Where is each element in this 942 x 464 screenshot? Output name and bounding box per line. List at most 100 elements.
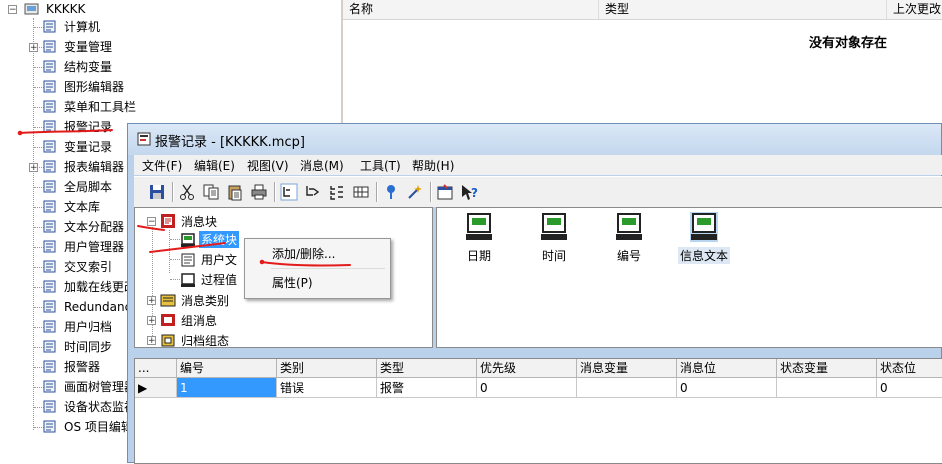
tree-collapse-icon[interactable]: −: [8, 5, 17, 15]
print-icon[interactable]: [250, 183, 268, 201]
project-icon: [24, 3, 39, 15]
help-icon[interactable]: ?: [460, 183, 478, 201]
column-name[interactable]: 名称: [343, 0, 599, 19]
column-type[interactable]: 类型: [599, 0, 887, 19]
menu-file[interactable]: 文件(F): [142, 157, 182, 174]
time-sync-icon: [43, 340, 56, 353]
svg-text:?: ?: [471, 186, 478, 200]
filter-icon[interactable]: [382, 183, 400, 201]
grid-column-header[interactable]: 状态位: [877, 359, 942, 378]
app-icon: [137, 132, 151, 146]
tree-process-value-block[interactable]: 过程值: [201, 271, 237, 288]
grid-column-header[interactable]: 类别: [277, 359, 377, 378]
process-value-block-icon: [181, 273, 195, 287]
tree-item-label: 计算机: [64, 20, 101, 34]
grid-column-header[interactable]: 消息变量: [577, 359, 677, 378]
tree-system-block[interactable]: 系统块: [199, 231, 240, 248]
struct-tag-icon: [43, 60, 56, 73]
tree-message-blocks[interactable]: 消息块: [181, 213, 217, 230]
tree-item-label: 交叉索引: [64, 260, 113, 274]
grid-cell[interactable]: [577, 378, 677, 398]
tree-collapse-icon[interactable]: −: [147, 217, 156, 227]
tree-user-text-block[interactable]: 用户文: [201, 251, 237, 268]
message-block-icon: [466, 213, 492, 240]
context-menu-add-remove[interactable]: 添加/删除...: [272, 245, 336, 262]
view-4-icon[interactable]: [352, 183, 370, 201]
grid-cell[interactable]: [777, 378, 877, 398]
tree-item-label: 画面树管理器: [64, 380, 137, 394]
column-last-changed[interactable]: 上次更改: [887, 0, 942, 19]
tree-item-label: 全局脚本: [64, 180, 113, 194]
archive-config-icon: [161, 334, 175, 347]
tree-expand-icon[interactable]: +: [147, 336, 156, 346]
grid-column-header[interactable]: 编号: [177, 359, 277, 378]
grid-column-header[interactable]: 类型: [377, 359, 477, 378]
view-3-icon[interactable]: [328, 183, 346, 201]
alarm-logging-icon: [43, 120, 56, 133]
tree-expand-icon[interactable]: +: [147, 316, 156, 326]
message-block-item[interactable]: 时间: [524, 212, 584, 264]
message-block-label: 信息文本: [677, 247, 730, 264]
grid-column-header[interactable]: 消息位: [677, 359, 777, 378]
menu-tools[interactable]: 工具(T): [360, 157, 401, 174]
message-block-item[interactable]: 编号: [599, 212, 659, 264]
message-block-icon: [616, 213, 642, 240]
message-block-icon: [690, 212, 718, 242]
message-block-item[interactable]: 信息文本: [674, 212, 734, 264]
grid-cell[interactable]: 0: [877, 378, 942, 398]
row-selector[interactable]: ▶: [135, 378, 177, 398]
toolbar-separator: [172, 182, 174, 202]
tree-archive-config[interactable]: 归档组态: [181, 332, 229, 349]
grid-column-header[interactable]: 状态变量: [777, 359, 877, 378]
tree-expand-icon[interactable]: +: [29, 163, 38, 173]
grid-cell[interactable]: 1: [177, 378, 277, 398]
paste-icon[interactable]: [226, 183, 244, 201]
tree-expand-icon[interactable]: +: [147, 296, 156, 306]
load-online-changes-icon: [43, 280, 56, 293]
toolbar-separator: [376, 182, 378, 202]
view-2-icon[interactable]: [304, 183, 322, 201]
title-bar[interactable]: 报警记录 - [KKKKK.mcp]: [128, 124, 941, 155]
menu-help[interactable]: 帮助(H): [412, 157, 454, 174]
tree-message-classes[interactable]: 消息类别: [181, 292, 229, 309]
context-menu-properties[interactable]: 属性(P): [272, 274, 313, 291]
tree-item-label: 图形编辑器: [64, 80, 125, 94]
message-block-grid: ... 编号 类别 类型 优先级 消息变量 消息位 状态变量 状态位 ▶ 1 错误 报警 0 0 0: [134, 358, 942, 464]
tree-item-label: 报表编辑器: [64, 160, 125, 174]
message-block-item[interactable]: 日期: [449, 212, 509, 264]
tree-expand-icon[interactable]: +: [29, 43, 38, 53]
grid-cell[interactable]: 错误: [277, 378, 377, 398]
menu-message[interactable]: 消息(M): [300, 157, 344, 174]
grid-cell[interactable]: 报警: [377, 378, 477, 398]
report-designer-icon: [43, 160, 56, 173]
properties-icon[interactable]: [436, 183, 454, 201]
empty-message: 没有对象存在: [809, 36, 888, 51]
menu-view[interactable]: 视图(V): [247, 157, 289, 174]
tree-item-label: 设备状态监视: [64, 400, 137, 414]
grid-cell[interactable]: 0: [477, 378, 577, 398]
tree-branch: [170, 239, 180, 240]
tag-logging-icon: [43, 140, 56, 153]
user-archive-icon: [43, 320, 56, 333]
view-1-icon[interactable]: [280, 183, 298, 201]
tree-item-label: 变量记录: [64, 140, 113, 154]
message-block-icon: [541, 213, 567, 240]
tree-group-messages[interactable]: 组消息: [181, 312, 217, 329]
grid-cell[interactable]: 0: [677, 378, 777, 398]
grid-column-header[interactable]: 优先级: [477, 359, 577, 378]
message-block-label: 编号: [616, 249, 641, 263]
text-library-icon: [43, 200, 56, 213]
grid-column-header[interactable]: ...: [135, 359, 177, 378]
global-script-icon: [43, 180, 56, 193]
tree-item-label: 报警记录: [64, 120, 113, 134]
menu-edit[interactable]: 编辑(E): [194, 157, 235, 174]
copy-icon[interactable]: [202, 183, 220, 201]
message-classes-icon: [160, 294, 176, 307]
tree-item-label: 文本库: [64, 200, 101, 214]
save-icon[interactable]: [148, 183, 166, 201]
cut-icon[interactable]: [178, 183, 196, 201]
message-block-pane: 日期 时间 编号 信息文本: [436, 207, 942, 348]
wizard-icon[interactable]: [406, 183, 424, 201]
tree-item-label: 加载在线更改: [64, 280, 137, 294]
graphics-designer-icon: [43, 80, 56, 93]
